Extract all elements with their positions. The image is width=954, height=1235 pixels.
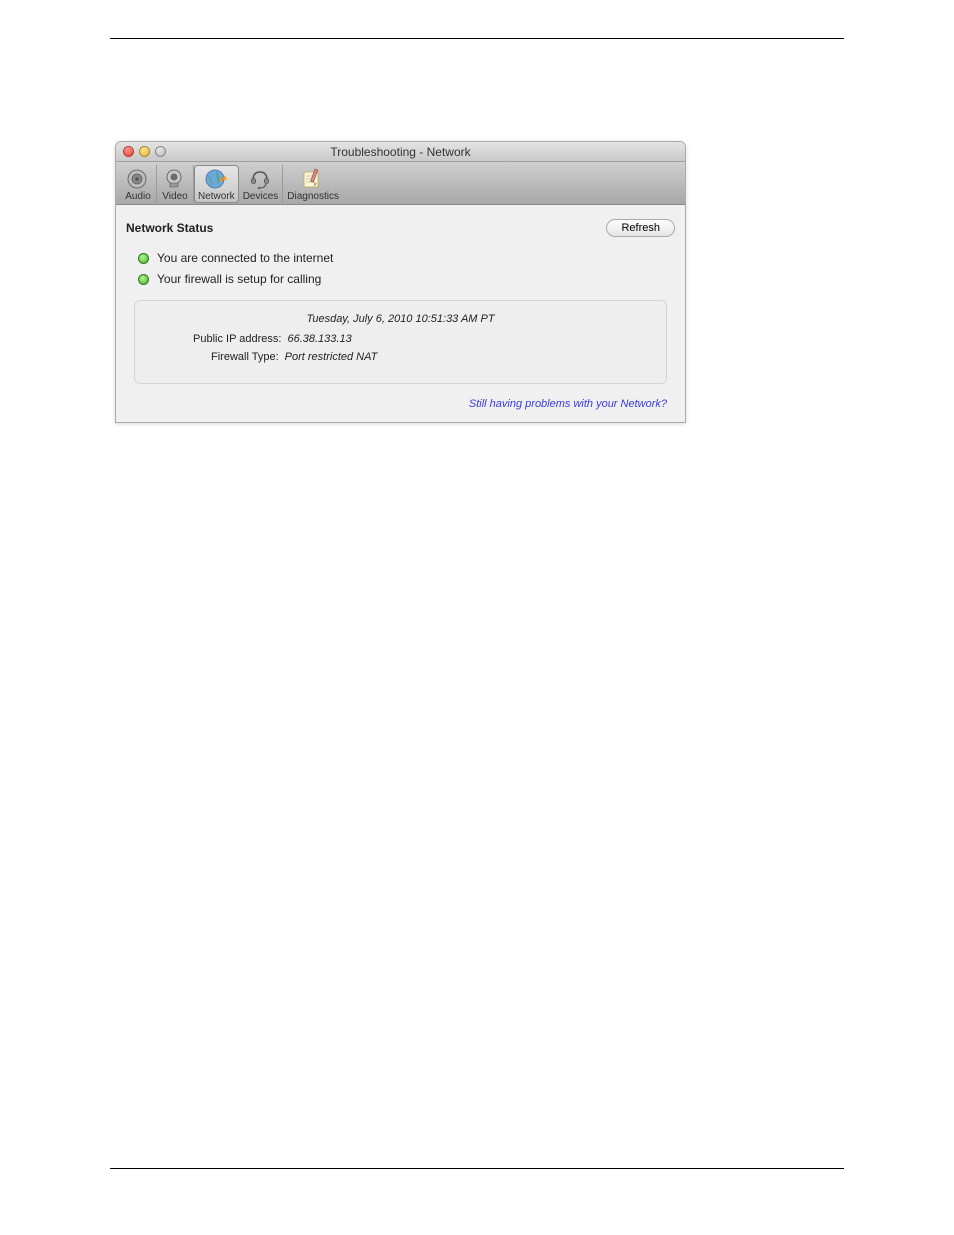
details-box: Tuesday, July 6, 2010 10:51:33 AM PT Pub… (134, 300, 667, 384)
status-ok-icon (138, 274, 149, 285)
detail-label: Public IP address: (193, 333, 281, 345)
page-bottom-rule (110, 1168, 844, 1169)
timestamp: Tuesday, July 6, 2010 10:51:33 AM PT (155, 313, 646, 325)
tab-diagnostics[interactable]: Diagnostics (283, 165, 343, 203)
tab-label: Diagnostics (287, 191, 339, 202)
notepad-icon (299, 167, 327, 191)
detail-value: Port restricted NAT (285, 351, 378, 363)
tab-network[interactable]: Network (194, 165, 239, 203)
tab-video[interactable]: Video (157, 165, 194, 203)
speaker-icon (124, 167, 152, 191)
content-panel: Network Status Refresh You are connected… (116, 205, 685, 422)
status-list: You are connected to the internet Your f… (126, 251, 675, 286)
status-text: Your firewall is setup for calling (157, 272, 321, 286)
section-heading: Network Status (126, 221, 213, 235)
globe-icon (202, 167, 230, 191)
detail-row: Public IP address: 66.38.133.13 (155, 333, 646, 345)
section-header: Network Status Refresh (126, 219, 675, 237)
tab-audio[interactable]: Audio (120, 165, 157, 203)
status-item: You are connected to the internet (138, 251, 675, 265)
troubleshooting-window: Troubleshooting - Network Audio Vi (115, 141, 686, 423)
headset-icon (246, 167, 274, 191)
page-top-rule (110, 38, 844, 39)
tab-label: Devices (243, 191, 279, 202)
status-text: You are connected to the internet (157, 251, 333, 265)
refresh-button[interactable]: Refresh (606, 219, 675, 237)
window-titlebar: Troubleshooting - Network (116, 142, 685, 162)
detail-label: Firewall Type: (211, 351, 279, 363)
detail-value: 66.38.133.13 (287, 333, 351, 345)
tab-devices[interactable]: Devices (239, 165, 284, 203)
toolbar: Audio Video Network (116, 162, 685, 205)
status-item: Your firewall is setup for calling (138, 272, 675, 286)
help-link[interactable]: Still having problems with your Network? (126, 392, 675, 410)
status-ok-icon (138, 253, 149, 264)
tab-label: Network (198, 191, 235, 202)
webcam-icon (161, 167, 189, 191)
detail-row: Firewall Type: Port restricted NAT (155, 351, 646, 363)
window-title: Troubleshooting - Network (116, 145, 685, 159)
tab-label: Video (162, 191, 187, 202)
tab-label: Audio (125, 191, 151, 202)
